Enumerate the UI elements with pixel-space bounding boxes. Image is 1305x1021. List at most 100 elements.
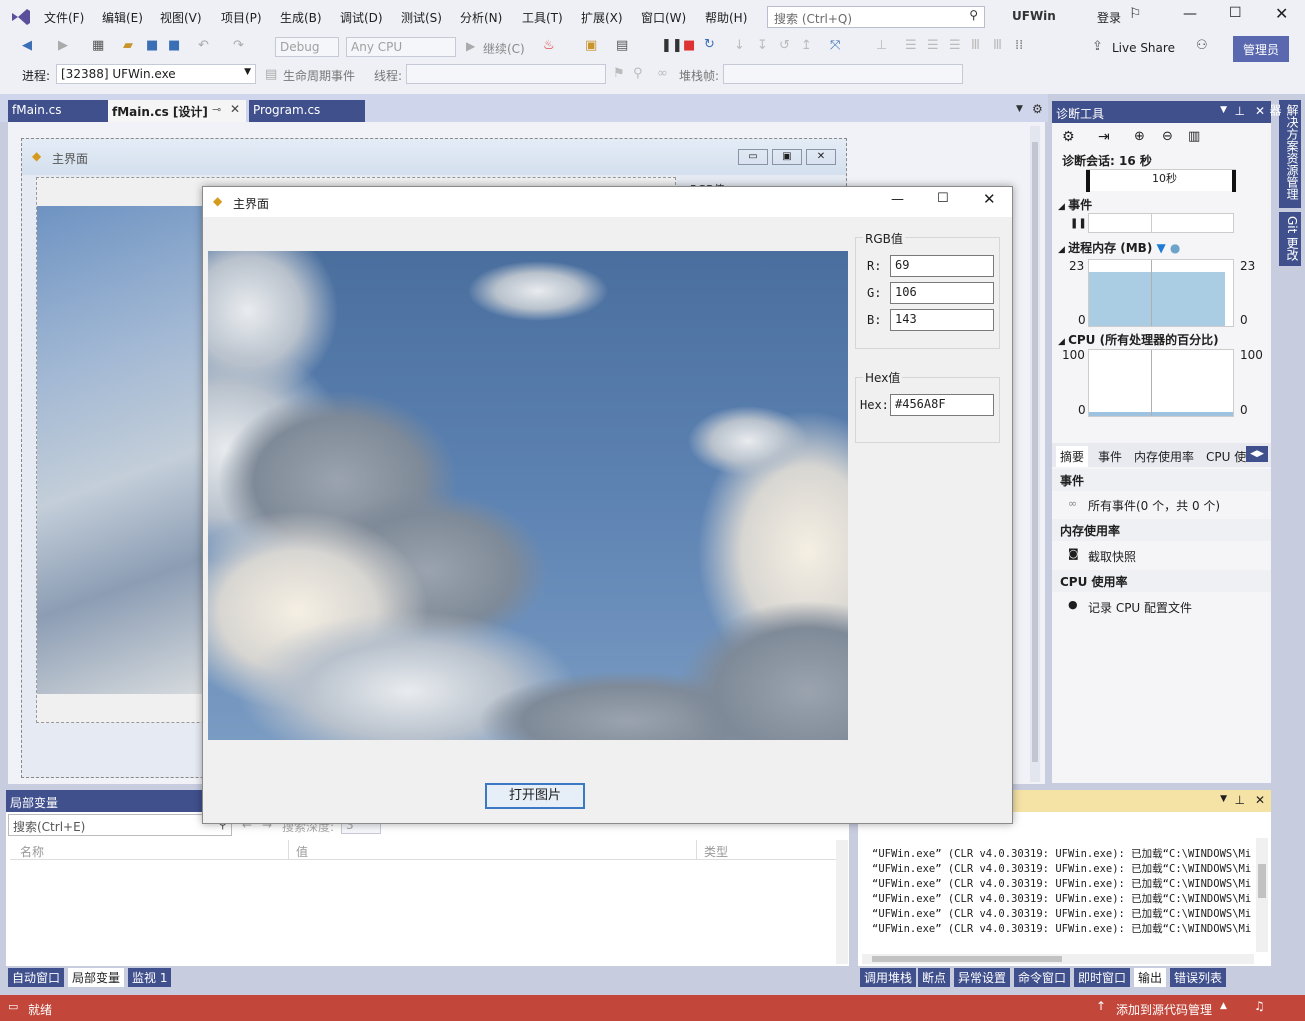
step-back-icon[interactable]: ↺ [779,38,790,53]
tab-program-cs[interactable]: Program.cs [249,100,365,122]
output-scroll-thumb[interactable] [1258,864,1266,898]
open-image-button[interactable]: 打开图片 [485,783,585,809]
locals-scrollbar[interactable] [836,840,848,964]
designer-scrollbar[interactable] [1030,126,1040,782]
diag-tab-summary[interactable]: 摘要 [1056,446,1089,467]
spacing-icon[interactable]: ⁞⁞ [1015,38,1023,53]
events-pause-icon[interactable]: ❚❚ [1070,218,1087,229]
b-textbox[interactable]: 143 [890,309,994,331]
browser-link-icon[interactable]: ▣ [585,38,597,53]
forward-icon[interactable]: ▶ [58,38,68,53]
output-menu-icon[interactable]: ▼ [1220,794,1227,804]
back-icon[interactable]: ◀ [22,38,32,53]
diag-menu-icon[interactable]: ▼ [1220,105,1227,115]
take-snapshot-link[interactable]: 截取快照 [1088,548,1136,565]
diag-tab-scroll-arrows[interactable]: ◀▶ [1246,446,1268,462]
diag-tab-cpu[interactable]: CPU 使 [1206,448,1246,465]
continue-button[interactable]: 继续(C) [483,40,525,57]
diag-close-icon[interactable]: ✕ [1255,104,1265,118]
tab-fmain-designer[interactable]: fMain.cs [设计] ⊸ ✕ [108,100,246,122]
form-maximize-button[interactable]: ☐ [937,191,949,206]
filter-icon[interactable]: ⚲ [633,66,643,81]
notification-bell-icon[interactable]: ♫ [1254,999,1265,1013]
designer-scroll-thumb[interactable] [1032,142,1038,762]
menu-file[interactable]: 文件(F) [44,9,84,26]
tab-output[interactable]: 输出 [1134,968,1167,987]
diag-tab-events[interactable]: 事件 [1098,448,1122,465]
continue-icon[interactable]: ▶ [466,39,475,53]
save-all-icon[interactable]: ■ [168,38,180,53]
align-left-icon[interactable]: ☰ [905,38,917,53]
menu-edit[interactable]: 编辑(E) [102,9,143,26]
all-events-link[interactable]: 所有事件(0 个，共 0 个) [1088,497,1220,514]
tab-fmain-cs[interactable]: fMain.cs [8,100,108,122]
record-cpu-link[interactable]: 记录 CPU 配置文件 [1088,599,1192,616]
zoom-out-icon[interactable]: ⊖ [1162,129,1173,144]
locals-search-input[interactable]: 搜索(Ctrl+E) ⚲ [8,814,232,836]
align-center-icon[interactable]: ☰ [927,38,939,53]
maximize-button[interactable]: ☐ [1229,5,1242,21]
output-close-icon[interactable]: ✕ [1255,793,1265,807]
form-close-button[interactable]: ✕ [983,190,996,208]
tab-breakpoints[interactable]: 断点 [918,968,951,987]
align-middle-icon[interactable]: Ⅲ [993,38,1002,53]
login-link[interactable]: 登录 [1097,9,1121,26]
account-settings-icon[interactable]: ⚇ [1196,38,1208,53]
open-folder-icon[interactable]: ▰ [123,38,133,53]
align-icon[interactable]: ⊥ [876,38,887,53]
r-textbox[interactable]: 69 [890,255,994,277]
gear-icon[interactable]: ⚙ [1032,102,1043,116]
menu-extensions[interactable]: 扩展(X) [581,9,623,26]
flag-icon[interactable]: ⚑ [613,66,625,81]
stop-icon[interactable]: ■ [683,38,695,53]
tab-autos[interactable]: 自动窗口 [8,968,65,987]
hex-textbox[interactable]: #456A8F [890,394,994,416]
tab-command-window[interactable]: 命令窗口 [1014,968,1071,987]
step-over-icon[interactable]: ↧ [757,38,768,53]
new-project-icon[interactable]: ▦ [92,38,104,53]
stackframe-dropdown[interactable] [723,64,963,84]
output-scrollbar[interactable] [1256,838,1268,952]
close-button[interactable]: ✕ [1275,4,1288,23]
zoom-in-icon[interactable]: ⊕ [1134,129,1145,144]
tab-watch-1[interactable]: 监视 1 [128,968,172,987]
diagnostic-icon[interactable]: ⤧ [830,38,840,53]
diag-export-icon[interactable]: ⇥ [1098,129,1110,145]
tab-overflow-icon[interactable]: ▼ [1016,104,1023,114]
layout-icon[interactable]: ▤ [616,38,628,53]
col-value[interactable]: 值 [296,843,308,860]
tab-immediate-window[interactable]: 即时窗口 [1074,968,1131,987]
menu-window[interactable]: 窗口(W) [641,9,686,26]
pause-icon[interactable]: ❚❚ [661,38,683,53]
menu-help[interactable]: 帮助(H) [705,9,747,26]
config-dropdown[interactable]: Debug [275,37,339,57]
link-icon[interactable]: ∞ [657,66,668,81]
diag-settings-icon[interactable]: ⚙ [1062,129,1075,145]
align-right-icon[interactable]: ☰ [949,38,961,53]
save-icon[interactable]: ■ [146,38,158,53]
pin-icon[interactable]: ⊸ [212,103,221,116]
lifecycle-events-button[interactable]: 生命周期事件 [283,67,355,84]
search-box[interactable]: 搜索 (Ctrl+Q) ⚲ [767,6,985,28]
menu-debug[interactable]: 调试(D) [340,9,383,26]
align-top-icon[interactable]: Ⅲ [971,38,980,53]
undo-icon[interactable]: ↶ [198,38,209,53]
menu-tools[interactable]: 工具(T) [522,9,563,26]
tab-error-list[interactable]: 错误列表 [1170,968,1227,987]
menu-build[interactable]: 生成(B) [280,9,322,26]
step-into-icon[interactable]: ↓ [734,38,745,53]
step-out-icon[interactable]: ↥ [801,38,812,53]
feedback-icon[interactable]: ⚐ [1129,6,1142,22]
diag-pin-icon[interactable]: ⊥ [1235,104,1245,118]
col-type[interactable]: 类型 [704,843,728,860]
menu-view[interactable]: 视图(V) [160,9,202,26]
live-share-icon[interactable]: ⇪ [1092,39,1103,54]
output-hscroll-thumb[interactable] [872,956,1062,962]
tab-locals[interactable]: 局部变量 [68,968,125,987]
chart-icon[interactable]: ▥ [1188,129,1200,144]
redo-icon[interactable]: ↷ [233,38,244,53]
g-textbox[interactable]: 106 [890,282,994,304]
output-hscrollbar[interactable] [862,954,1254,964]
thread-dropdown[interactable] [406,64,606,84]
process-dropdown[interactable]: [32388] UFWin.exe ▼ [56,64,256,84]
